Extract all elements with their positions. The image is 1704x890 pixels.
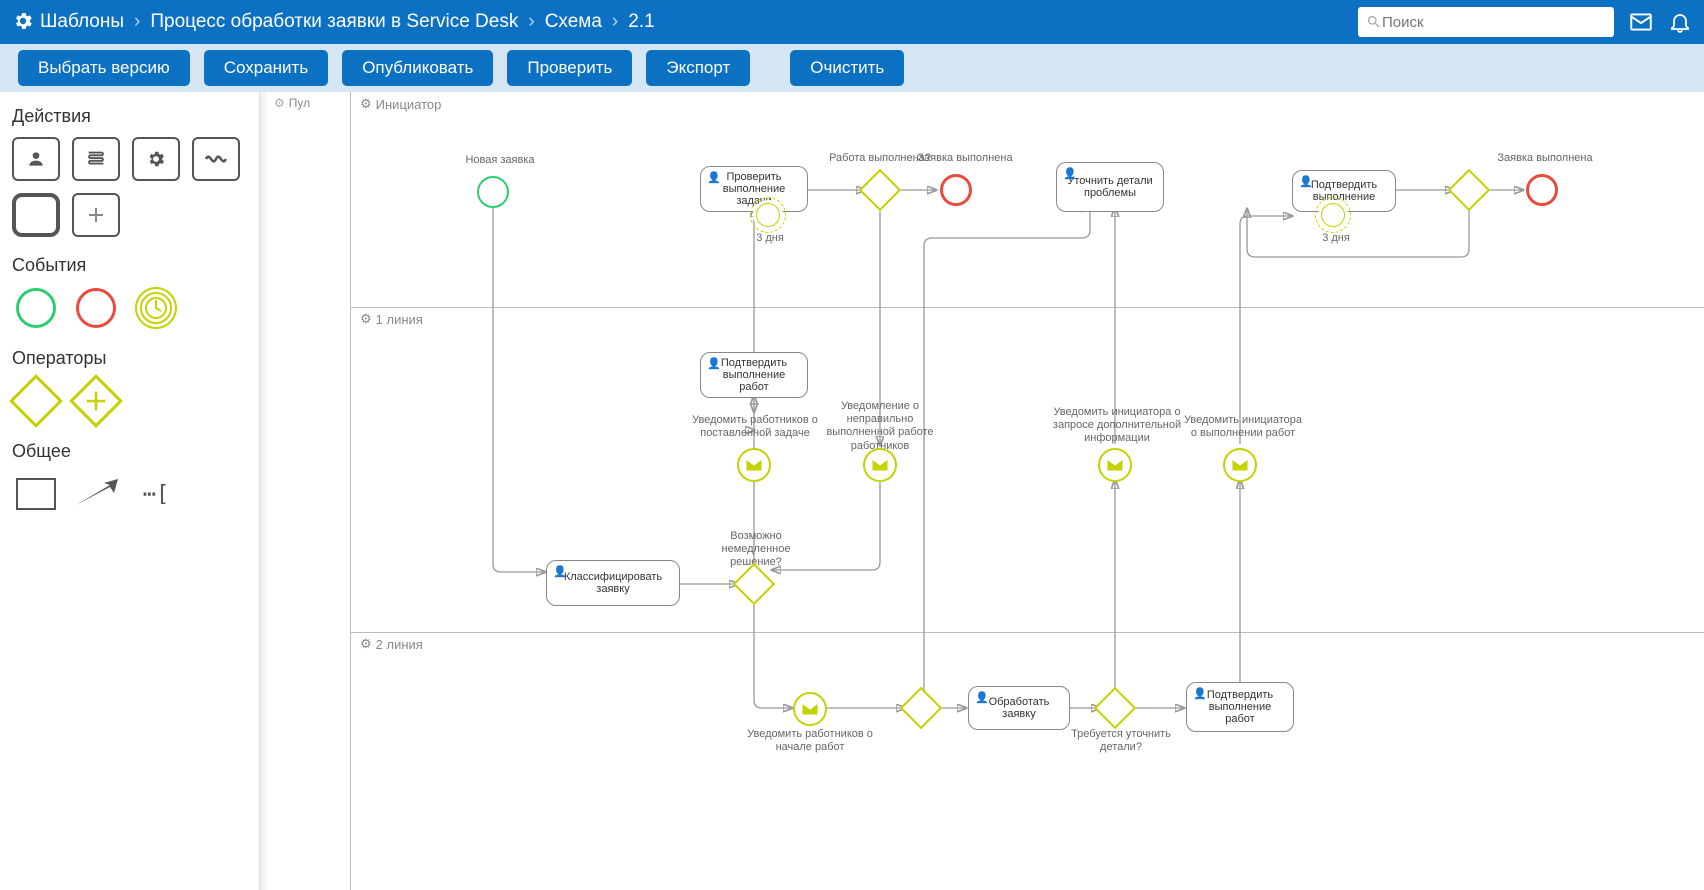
task-clarify-details[interactable]: 👤Уточнить детали проблемы	[1056, 162, 1164, 212]
end-event-label: Заявка выполнена	[915, 152, 1015, 165]
palette-sidebar: Действия События Операторы	[0, 92, 260, 890]
end-event-shape[interactable]	[72, 286, 120, 330]
action-toolbar: Выбрать версию Сохранить Опубликовать Пр…	[0, 44, 1704, 92]
gateway-label: Требуется уточнить детали?	[1066, 728, 1176, 754]
palette-section-title: Общее	[12, 441, 247, 462]
lane-header-initiator[interactable]: ⚙Инициатор	[360, 96, 441, 112]
select-version-button[interactable]: Выбрать версию	[18, 50, 190, 86]
start-event[interactable]	[477, 176, 509, 208]
breadcrumb-item[interactable]: 2.1	[628, 11, 654, 33]
bpmn-canvas[interactable]: ⚙Пул ⚙Инициатор ⚙1 линия ⚙2 линия	[260, 92, 1704, 890]
breadcrumb-item[interactable]: Схема	[545, 11, 602, 33]
app-header: Шаблоны › Процесс обработки заявки в Ser…	[0, 0, 1704, 44]
breadcrumb-item[interactable]: Шаблоны	[40, 11, 124, 33]
task-confirm-works-l1[interactable]: 👤Подтвердить выполнение работ	[700, 352, 808, 398]
text-annotation-shape[interactable]: ⋯[	[132, 472, 180, 516]
end-event-label: Заявка выполнена	[1490, 152, 1600, 165]
publish-button[interactable]: Опубликовать	[342, 50, 493, 86]
gateway-work-done[interactable]	[859, 169, 901, 211]
mail-icon[interactable]	[1628, 9, 1654, 35]
task-confirm-works-l2[interactable]: 👤Подтвердить выполнение работ	[1186, 682, 1294, 732]
flow-task-shape[interactable]	[192, 137, 240, 181]
parallel-gateway-shape[interactable]	[72, 379, 120, 423]
check-button[interactable]: Проверить	[507, 50, 632, 86]
event-label: Уведомить инициатора о запросе дополните…	[1052, 406, 1182, 446]
service-task-shape[interactable]	[132, 137, 180, 181]
search-icon	[1366, 14, 1382, 30]
chevron-right-icon: ›	[528, 11, 534, 33]
exclusive-gateway-shape[interactable]	[12, 379, 60, 423]
gateway-l2-merge[interactable]	[900, 687, 942, 729]
message-event-notify-start[interactable]	[793, 692, 827, 726]
user-task-shape[interactable]	[12, 137, 60, 181]
breadcrumb: Шаблоны › Процесс обработки заявки в Ser…	[40, 11, 655, 33]
palette-section-title: События	[12, 255, 247, 276]
palette-section-title: Операторы	[12, 348, 247, 369]
save-button[interactable]: Сохранить	[204, 50, 328, 86]
arrow-connector-shape[interactable]	[72, 472, 120, 516]
timer-boundary-event[interactable]	[1318, 200, 1348, 230]
annotation-rect-shape[interactable]	[12, 472, 60, 516]
gateway-confirm-done[interactable]	[1448, 169, 1490, 211]
clear-button[interactable]: Очистить	[790, 50, 904, 86]
message-event-notify-task[interactable]	[737, 448, 771, 482]
subprocess-shape[interactable]	[12, 193, 60, 237]
lane-header-line2[interactable]: ⚙2 линия	[360, 636, 423, 652]
bell-icon[interactable]	[1668, 10, 1692, 34]
start-event-shape[interactable]	[12, 286, 60, 330]
end-event[interactable]	[1526, 174, 1558, 206]
start-event-label: Новая заявка	[460, 154, 540, 167]
pool-header[interactable]: ⚙Пул	[270, 92, 314, 114]
event-label: Уведомить работников о поставленной зада…	[690, 414, 820, 440]
message-event-notify-extra[interactable]	[1098, 448, 1132, 482]
timer-event-shape[interactable]	[132, 286, 180, 330]
export-button[interactable]: Экспорт	[646, 50, 750, 86]
end-event[interactable]	[940, 174, 972, 206]
lane-header-line1[interactable]: ⚙1 линия	[360, 311, 423, 327]
search-input[interactable]	[1382, 14, 1606, 31]
breadcrumb-item[interactable]: Процесс обработки заявки в Service Desk	[150, 11, 518, 33]
chevron-right-icon: ›	[612, 11, 618, 33]
script-task-shape[interactable]	[72, 137, 120, 181]
expanded-subprocess-shape[interactable]	[72, 193, 120, 237]
message-event-notify-done[interactable]	[1223, 448, 1257, 482]
event-label: Уведомить работников о начале работ	[740, 728, 880, 754]
gateway-label: Возможно немедленное решение?	[696, 530, 816, 570]
palette-section-title: Действия	[12, 106, 247, 127]
event-label: Уведомить инициатора о выполнении работ	[1180, 414, 1306, 440]
timer-label: 3 дня	[1316, 232, 1356, 245]
timer-label: 3 дня	[750, 232, 790, 245]
flow-connectors	[260, 92, 1704, 890]
settings-icon[interactable]	[12, 10, 40, 35]
message-event-notify-wrong[interactable]	[863, 448, 897, 482]
task-classify[interactable]: 👤Классифицировать заявку	[546, 560, 680, 606]
timer-boundary-event[interactable]	[753, 200, 783, 230]
chevron-right-icon: ›	[134, 11, 140, 33]
event-label: Уведомление о неправильно выполненной ра…	[820, 400, 940, 453]
search-input-wrapper[interactable]	[1358, 7, 1614, 37]
task-process-request[interactable]: 👤Обработать заявку	[968, 686, 1070, 730]
gateway-need-clarify[interactable]	[1094, 687, 1136, 729]
